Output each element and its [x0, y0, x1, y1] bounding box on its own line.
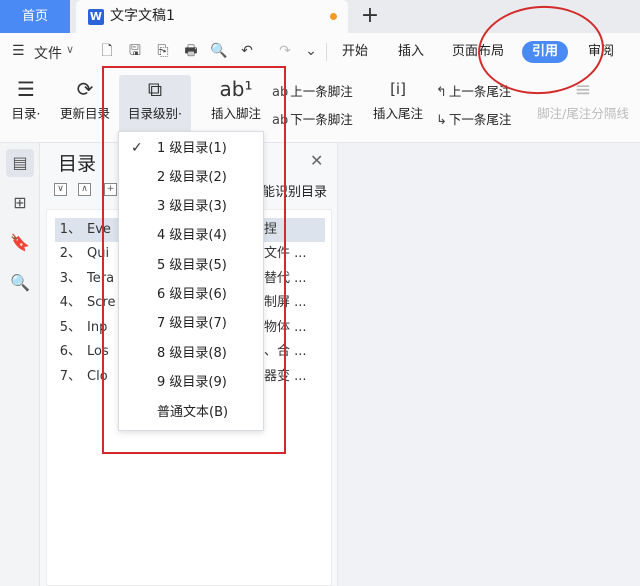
prev-footnote-button[interactable]: ab 上一条脚注	[272, 81, 353, 100]
dropdown-item-label: 7 级目录(7)	[157, 316, 227, 331]
toc-level-label: 目录级别·	[128, 106, 182, 121]
smart-toc-label[interactable]: 能识别目录	[262, 181, 327, 200]
insert-endnote-label: 插入尾注	[372, 106, 423, 121]
dropdown-item-level-4[interactable]: 4 级目录(4)	[119, 221, 263, 250]
document-title: 文字文稿1	[110, 8, 175, 24]
dropdown-item-label: 2 级目录(2)	[157, 170, 227, 185]
toolbar-divider	[326, 43, 327, 61]
print-preview-icon[interactable]: 🔍	[210, 42, 228, 60]
toc-button[interactable]: ☰ 目录·	[6, 75, 46, 123]
new-file-icon[interactable]: 🗋	[98, 42, 116, 60]
export-icon[interactable]: ⎘	[154, 42, 172, 60]
toc-entry-number: 5、	[59, 320, 81, 335]
checkmark-icon: ✓	[131, 140, 143, 156]
next-footnote-label: 下一条脚注	[290, 112, 353, 127]
hamburger-icon[interactable]: ☰	[12, 43, 25, 59]
tab-start[interactable]: 开始	[342, 41, 368, 63]
new-tab-button[interactable]: +	[360, 3, 380, 29]
dropdown-item-level-6[interactable]: 6 级目录(6)	[119, 280, 263, 309]
toc-entry-number: 6、	[59, 344, 81, 359]
insert-footnote-button[interactable]: ab¹ 插入脚注	[208, 75, 264, 123]
chevron-down-icon[interactable]: ∨	[66, 43, 74, 56]
dropdown-item-level-2[interactable]: 2 级目录(2)	[119, 163, 263, 192]
next-footnote-button[interactable]: ab 下一条脚注	[272, 109, 353, 128]
writer-doc-icon: W	[88, 9, 104, 25]
expand-all-icon[interactable]: ∧	[78, 183, 91, 196]
prev-endnote-icon: ↰	[436, 85, 447, 100]
save-icon[interactable]: 🖫	[126, 42, 144, 60]
dropdown-item-level-1[interactable]: ✓ 1 级目录(1)	[119, 134, 263, 163]
panel-title: 目录	[58, 153, 97, 175]
next-endnote-icon: ↳	[436, 113, 447, 128]
references-ribbon: ☰ 目录· ⟳ 更新目录 ⧉ 目录级别· ab¹ 插入脚注 ab 上一条脚注 ab…	[0, 71, 640, 143]
toc-level-button[interactable]: ⧉ 目录级别·	[119, 75, 191, 133]
tab-home[interactable]: 首页	[0, 0, 70, 33]
dropdown-item-label: 4 级目录(4)	[157, 228, 227, 243]
toc-icon: ☰	[17, 77, 35, 101]
prev-endnote-button[interactable]: ↰ 上一条尾注	[436, 81, 511, 100]
close-icon[interactable]: ✕	[310, 151, 323, 170]
file-menu[interactable]: 文件	[34, 43, 62, 63]
toc-panel-icon[interactable]: ▤	[6, 149, 34, 177]
update-toc-label: 更新目录	[59, 106, 110, 121]
dropdown-item-level-7[interactable]: 7 级目录(7)	[119, 309, 263, 338]
dropdown-item-level-3[interactable]: 3 级目录(3)	[119, 192, 263, 221]
toc-entry-number: 3、	[59, 271, 81, 286]
print-icon[interactable]: 🖶	[182, 42, 200, 60]
toc-entry-number: 4、	[59, 295, 81, 310]
menu-bar: ☰ 文件 ∨ 🗋 🖫 ⎘ 🖶 🔍 ↶ ↷ ⌄ 开始 插入 页面布局 引用 审阅	[0, 33, 640, 71]
tab-document[interactable]: W 文字文稿1	[76, 0, 348, 33]
insert-footnote-label: 插入脚注	[210, 106, 261, 121]
tab-review[interactable]: 审阅	[588, 41, 614, 63]
next-endnote-button[interactable]: ↳ 下一条尾注	[436, 109, 511, 128]
refresh-icon: ⟳	[76, 77, 94, 101]
tab-page-layout[interactable]: 页面布局	[452, 41, 504, 63]
dropdown-item-label: 5 级目录(5)	[157, 258, 227, 273]
dropdown-item-label: 3 级目录(3)	[157, 199, 227, 214]
dropdown-item-body-text[interactable]: 普通文本(B)	[119, 398, 263, 427]
separator-label: 脚注/尾注分隔线	[537, 106, 629, 121]
toc-level-icon: ⧉	[147, 77, 163, 101]
chapter-icon[interactable]: ⊞	[6, 189, 34, 217]
left-rail: ▤ ⊞ 🔖 🔍	[0, 143, 40, 586]
undo-icon[interactable]: ↶	[238, 42, 256, 60]
insert-endnote-button[interactable]: [i] 插入尾注	[370, 75, 426, 123]
bookmark-icon[interactable]: 🔖	[6, 229, 34, 257]
toc-level-dropdown: ✓ 1 级目录(1) 2 级目录(2) 3 级目录(3) 4 级目录(4) 5 …	[118, 131, 264, 431]
collapse-all-icon[interactable]: ∨	[54, 183, 67, 196]
update-toc-button[interactable]: ⟳ 更新目录	[56, 75, 114, 123]
dropdown-item-label: 1 级目录(1)	[157, 141, 227, 156]
next-endnote-label: 下一条尾注	[448, 112, 512, 127]
prev-footnote-icon: ab	[272, 85, 289, 100]
customize-toolbar-icon[interactable]: ⌄	[302, 42, 320, 60]
dropdown-item-label: 9 级目录(9)	[157, 375, 227, 390]
tab-bar: 首页 W 文字文稿1 +	[0, 0, 640, 33]
footnote-separator-button[interactable]: ≡ 脚注/尾注分隔线	[532, 75, 634, 123]
toc-entry-number: 1、	[59, 222, 81, 237]
search-icon[interactable]: 🔍	[6, 269, 34, 297]
dropdown-item-level-5[interactable]: 5 级目录(5)	[119, 251, 263, 280]
add-heading-icon[interactable]: +	[104, 183, 117, 196]
prev-endnote-label: 上一条尾注	[448, 84, 512, 99]
dropdown-item-label: 6 级目录(6)	[157, 287, 227, 302]
dropdown-item-label: 8 级目录(8)	[157, 346, 227, 361]
next-footnote-icon: ab	[272, 113, 289, 128]
document-canvas[interactable]	[338, 143, 640, 586]
tab-references[interactable]: 引用	[522, 41, 569, 63]
toc-entry-number: 2、	[59, 246, 81, 261]
prev-footnote-label: 上一条脚注	[290, 84, 353, 99]
redo-icon[interactable]: ↷	[276, 42, 294, 60]
toc-entry-number: 7、	[59, 369, 81, 384]
tab-insert[interactable]: 插入	[398, 41, 424, 63]
endnote-icon: [i]	[390, 80, 406, 98]
toc-label: 目录·	[11, 106, 41, 121]
separator-icon: ≡	[574, 77, 592, 101]
dropdown-item-level-8[interactable]: 8 级目录(8)	[119, 339, 263, 368]
footnote-icon: ab¹	[219, 77, 253, 101]
dropdown-item-level-9[interactable]: 9 级目录(9)	[119, 368, 263, 397]
dropdown-item-label: 普通文本(B)	[157, 405, 229, 420]
unsaved-dot-icon	[330, 13, 337, 20]
